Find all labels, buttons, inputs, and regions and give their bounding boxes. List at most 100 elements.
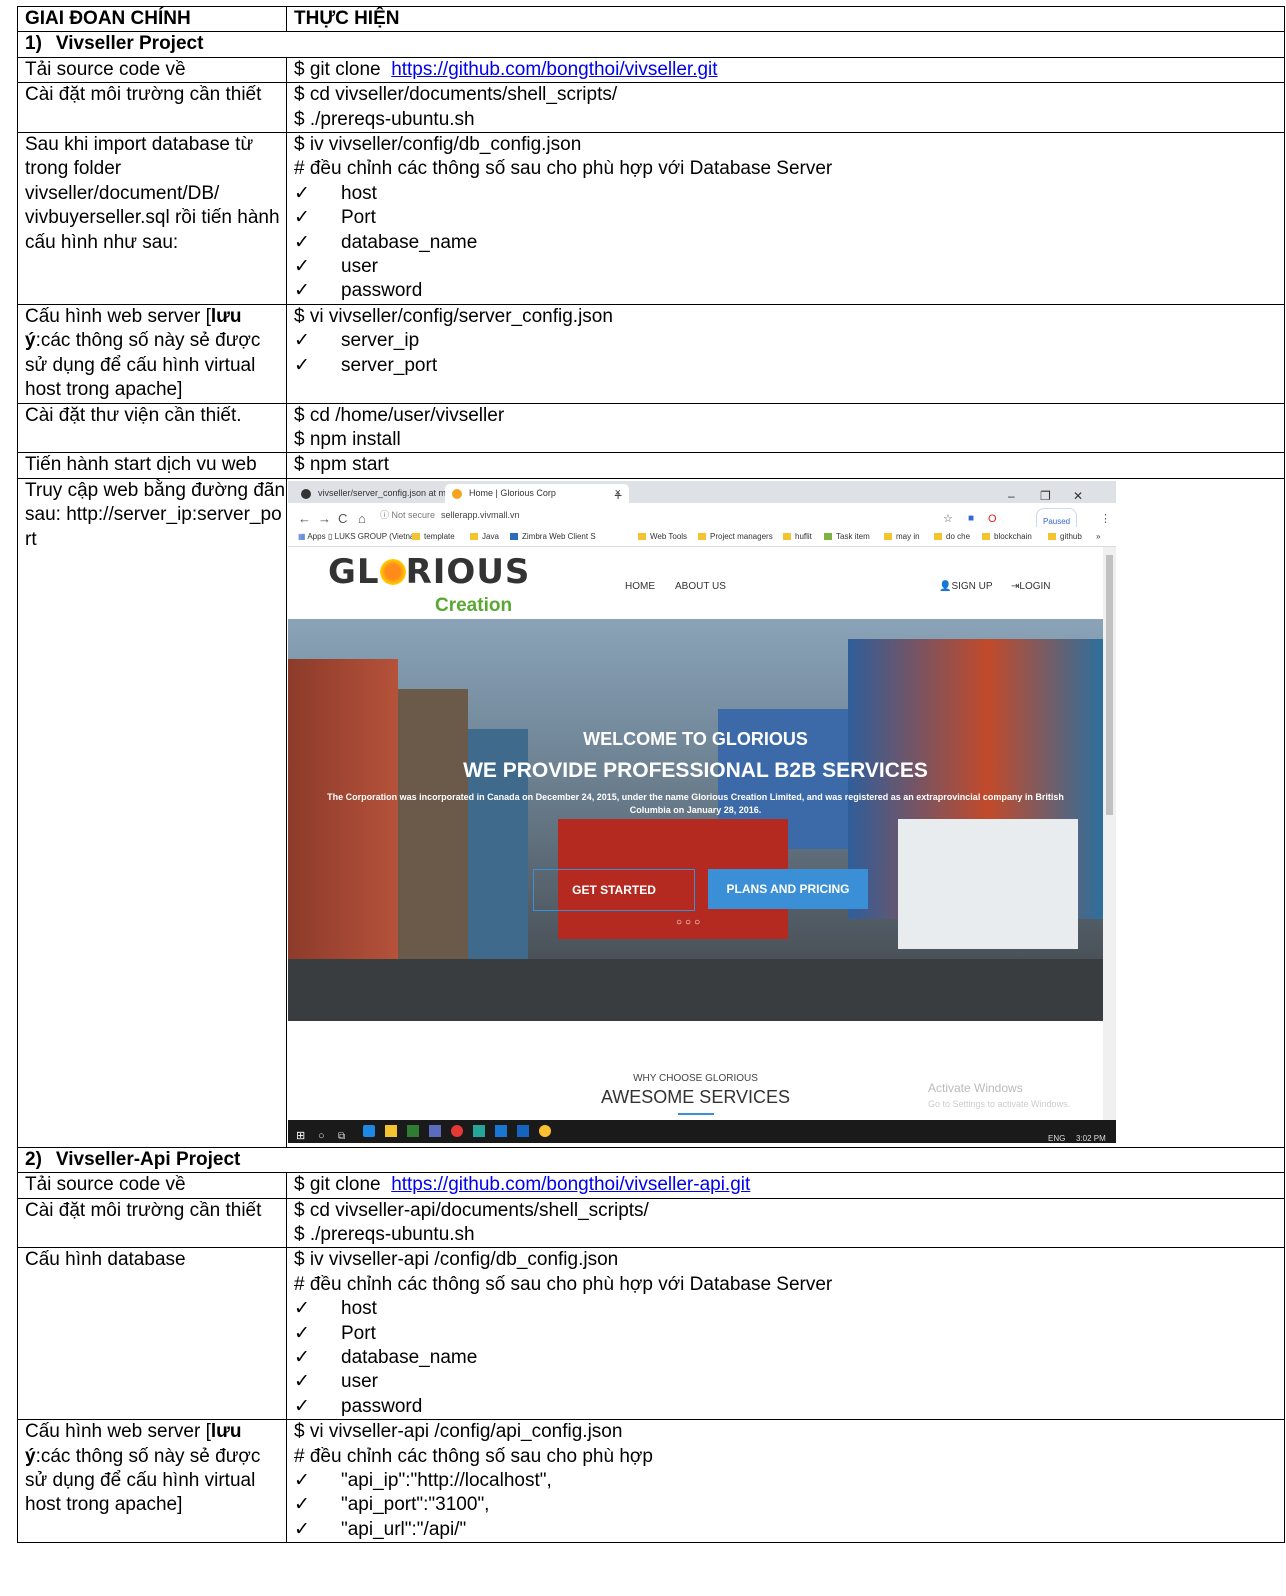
comment: # đều chỉnh các thông số sau cho phù hợp… <box>294 1273 833 1295</box>
bookmark-item[interactable]: Zimbra Web Client S <box>510 527 596 546</box>
browser-tab-bar: vivseller/server_config.json at m× Home … <box>288 480 1116 503</box>
word-icon[interactable] <box>517 1124 529 1137</box>
site-favicon-icon <box>452 488 462 499</box>
section-number: 2) <box>25 1148 42 1170</box>
hero-banner: WELCOME TO GLORIOUS WE PROVIDE PROFESSIO… <box>288 618 1103 1021</box>
section-number: 1) <box>25 33 42 55</box>
check-icon: ✓ <box>294 256 310 278</box>
plans-pricing-button[interactable]: PLANS AND PRICING <box>708 868 868 909</box>
table-row: Tải source code về $ git clone https://g… <box>17 1172 1285 1199</box>
app-icon[interactable] <box>473 1124 485 1137</box>
bookmark-item[interactable]: do che <box>934 527 970 546</box>
table-header: GIAI ĐOAN CHÍNH THỰC HIỆN <box>17 5 1285 33</box>
command: $ git clone <box>294 1174 381 1196</box>
browser-tab-active[interactable]: Home | Glorious Corp × <box>445 483 629 503</box>
command: $ cd /home/user/vivseller <box>294 404 505 426</box>
edge-icon[interactable] <box>363 1124 375 1137</box>
app-icon[interactable] <box>429 1124 441 1137</box>
nav-login[interactable]: ⇥LOGIN <box>1011 575 1051 599</box>
table-row: Cấu hình web server [lưu ý:các thông số … <box>17 303 1285 404</box>
step-label: Cài đặt môi trường cần thiết <box>17 82 287 134</box>
table-row: Tiến hành start dịch vu web $ npm start <box>17 452 1285 479</box>
check-icon: ✓ <box>294 182 310 204</box>
chrome-icon[interactable] <box>539 1124 551 1137</box>
page-scrollbar[interactable] <box>1103 546 1116 1120</box>
bookmark-item[interactable]: blockchain <box>982 527 1032 546</box>
bookmark-item[interactable]: Task item <box>824 527 870 546</box>
step-label: Cấu hình web server [lưu ý:các thông số … <box>17 1419 287 1544</box>
windows-start-icon[interactable]: ⊞ <box>296 1124 308 1142</box>
bookmark-item[interactable]: ▯ LUKS GROUP (Vietna <box>328 527 414 546</box>
carousel-dots[interactable]: ○○○ <box>676 911 703 935</box>
table-row: Cấu hình database $ iv vivseller-api /co… <box>17 1247 1285 1421</box>
step-label: Sau khi import database từ trong folder … <box>17 132 287 305</box>
step-label: Tải source code về <box>17 56 287 84</box>
check-item: ✓ user <box>294 1370 1284 1394</box>
explorer-icon[interactable] <box>385 1124 397 1137</box>
check-icon: ✓ <box>294 231 310 253</box>
command: $ vi vivseller-api /config/api_config.js… <box>294 1421 623 1443</box>
clock[interactable]: 3:02 PM <box>1076 1127 1106 1143</box>
step-label: Cấu hình database <box>17 1247 287 1421</box>
table-row: Cài đặt môi trường cần thiết $ cd vivsel… <box>17 82 1285 134</box>
truck <box>898 818 1078 949</box>
check-item: ✓ server_ip <box>294 329 1284 353</box>
nav-home[interactable]: HOME <box>625 575 655 599</box>
bookmark-item[interactable]: Web Tools <box>638 527 687 546</box>
check-icon: ✓ <box>294 1395 310 1417</box>
glorious-logo[interactable]: GL RIOUS <box>328 555 530 589</box>
nav-signup[interactable]: 👤SIGN UP <box>939 575 993 599</box>
vscode-icon[interactable] <box>495 1124 507 1137</box>
bookmark-item[interactable]: template <box>412 527 455 546</box>
bookmarks-bar: ▦ Apps ▯ LUKS GROUP (Vietna template Jav… <box>288 526 1116 547</box>
repo-link[interactable]: https://github.com/bongthoi/vivseller.gi… <box>391 59 717 80</box>
hero-text: The Corporation was incorporated in Cana… <box>327 791 1064 815</box>
scrollbar-thumb[interactable] <box>1106 554 1113 815</box>
check-item: ✓ user <box>294 255 1284 279</box>
check-item: ✓ "api_ip":"http://localhost", <box>294 1469 1284 1493</box>
bookmark-item[interactable]: huflit <box>783 527 812 546</box>
bookmark-item[interactable]: Project managers <box>698 527 773 546</box>
setup-table: GIAI ĐOAN CHÍNH THỰC HIỆN 1) Vivseller Pr… <box>17 5 1285 1544</box>
bookmark-item[interactable]: Java <box>470 527 499 546</box>
bookmark-overflow-icon[interactable]: » <box>1096 527 1100 546</box>
chrome-icon[interactable] <box>451 1124 463 1137</box>
check-item: ✓ Port <box>294 1322 1284 1346</box>
table-row: Cấu hình web server [lưu ý:các thông số … <box>17 1419 1285 1544</box>
bookmark-item[interactable]: may in <box>884 527 920 546</box>
table-row: Cài đặt thư viện cần thiết. $ cd /home/u… <box>17 402 1285 454</box>
url-field[interactable]: ⓘ Not secure sellerapp.vivmall.vn <box>380 506 940 524</box>
table-row: Truy cập web bằng đường đãn sau: http://… <box>17 477 1285 1148</box>
task-view-icon[interactable]: ⧉ <box>338 1125 350 1142</box>
repo-link[interactable]: https://github.com/bongthoi/vivseller-ap… <box>391 1174 750 1195</box>
check-item: ✓ host <box>294 1297 1284 1321</box>
bookmark-item[interactable]: ▦ Apps <box>298 527 326 546</box>
nav-about[interactable]: ABOUT US <box>675 575 726 599</box>
section-title: Vivseller Project <box>55 33 204 55</box>
hero-welcome: WELCOME TO GLORIOUS <box>583 728 808 749</box>
table-row: Sau khi import database từ trong folder … <box>17 132 1285 305</box>
search-icon[interactable]: ○ <box>318 1124 330 1142</box>
check-icon: ✓ <box>294 1494 310 1516</box>
app-icon[interactable] <box>407 1124 419 1137</box>
check-item: ✓ "api_url":"/api/" <box>294 1518 1284 1542</box>
command: $ iv vivseller/config/db_config.json <box>294 134 582 156</box>
bookmark-item[interactable]: github <box>1048 527 1082 546</box>
hero-title: WE PROVIDE PROFESSIONAL B2B SERVICES <box>463 758 928 782</box>
language-indicator[interactable]: ENG <box>1048 1127 1065 1143</box>
step-label: Truy cập web bằng đường đãn sau: http://… <box>17 477 287 1148</box>
section-title: Vivseller-Api Project <box>55 1148 241 1170</box>
check-item: ✓ database_name <box>294 231 1284 255</box>
check-icon: ✓ <box>294 1346 310 1368</box>
check-item: ✓ password <box>294 1395 1284 1419</box>
check-item: ✓ server_port <box>294 354 1284 378</box>
step-label: Tải source code về <box>17 1172 287 1199</box>
browser-screenshot: vivseller/server_config.json at m× Home … <box>288 480 1116 1143</box>
browser-tab[interactable]: vivseller/server_config.json at m× <box>294 484 463 503</box>
section-2-heading: 2) Vivseller-Api Project <box>17 1146 1285 1174</box>
comment: # đều chỉnh các thông số sau cho phù hợp <box>294 1445 653 1467</box>
github-icon <box>301 488 311 499</box>
get-started-button[interactable]: GET STARTED <box>533 868 695 911</box>
check-icon: ✓ <box>294 1470 310 1491</box>
check-icon: ✓ <box>294 330 310 352</box>
